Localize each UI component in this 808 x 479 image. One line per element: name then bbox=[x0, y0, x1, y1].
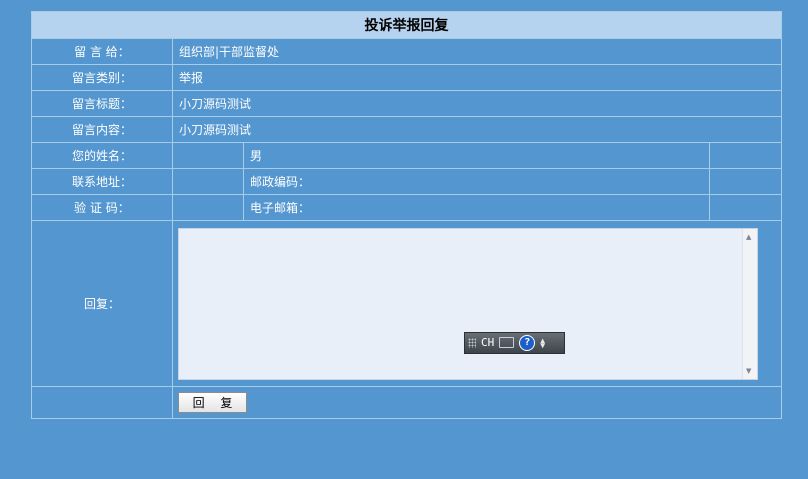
category-label: 留言类别： bbox=[31, 64, 173, 91]
address-label: 联系地址： bbox=[31, 168, 173, 195]
complaint-reply-form: 投诉举报回复 留 言 给： 组织部|干部监督处 留言类别： 举报 留言标题： 小… bbox=[31, 11, 782, 419]
ime-toolbar[interactable]: CH ? ▲ ▼ bbox=[464, 331, 565, 354]
scroll-down-icon[interactable]: ▼ bbox=[746, 367, 751, 375]
gender-value: 男 bbox=[243, 142, 710, 169]
keyboard-icon[interactable] bbox=[499, 337, 515, 348]
button-row-spacer bbox=[31, 386, 173, 419]
category-value: 举报 bbox=[172, 64, 782, 91]
email-label: 电子邮箱： bbox=[243, 194, 710, 221]
help-icon[interactable]: ? bbox=[519, 334, 536, 351]
subject-value: 小刀源码测试 bbox=[172, 90, 782, 117]
subject-label: 留言标题： bbox=[31, 90, 173, 117]
captcha-value bbox=[172, 194, 244, 221]
content-label: 留言内容： bbox=[31, 116, 173, 143]
menu-arrow-icon[interactable]: ▲ ▼ bbox=[540, 336, 545, 349]
reply-button[interactable]: 回 复 bbox=[178, 392, 247, 413]
name-label: 您的姓名： bbox=[31, 142, 173, 169]
scroll-up-icon[interactable]: ▲ bbox=[746, 233, 751, 241]
postcode-label: 邮政编码： bbox=[243, 168, 710, 195]
form-title: 投诉举报回复 bbox=[31, 11, 782, 39]
button-row: 回 复 bbox=[172, 386, 782, 419]
textarea-scrollbar[interactable]: ▲ ▼ bbox=[742, 228, 757, 379]
ime-language[interactable]: CH bbox=[481, 336, 494, 349]
email-value bbox=[709, 194, 782, 221]
postcode-value bbox=[709, 168, 782, 195]
address-value bbox=[172, 168, 244, 195]
name-value bbox=[172, 142, 244, 169]
reply-label: 回复： bbox=[31, 220, 173, 387]
recipient-label: 留 言 给： bbox=[31, 38, 173, 65]
content-value: 小刀源码测试 bbox=[172, 116, 782, 143]
captcha-label: 验 证 码： bbox=[31, 194, 173, 221]
recipient-value: 组织部|干部监督处 bbox=[172, 38, 782, 65]
reply-textarea[interactable]: ▲ ▼ CH ? ▲ ▼ bbox=[178, 227, 758, 380]
reply-area-cell: ▲ ▼ CH ? ▲ ▼ bbox=[172, 220, 782, 387]
ime-grip-icon[interactable] bbox=[468, 337, 476, 348]
name-extra-cell bbox=[709, 142, 782, 169]
